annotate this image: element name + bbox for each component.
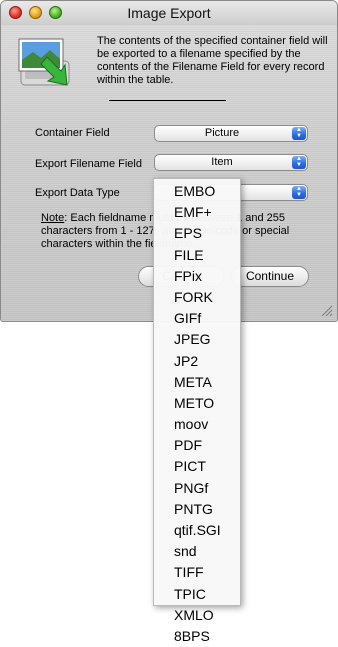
menu-item-eps[interactable]: EPS: [154, 223, 240, 244]
popup-arrows-icon: ▲ ▼: [292, 127, 306, 140]
window-title: Image Export: [127, 5, 211, 21]
menu-item-fork[interactable]: FORK: [154, 287, 240, 308]
menu-item-snd[interactable]: snd: [154, 541, 240, 562]
export-filename-field-popup[interactable]: Item ▲ ▼: [154, 154, 308, 171]
container-field-label: Container Field: [35, 127, 110, 139]
menu-item-file[interactable]: FILE: [154, 245, 240, 266]
menu-item-moov[interactable]: moov: [154, 414, 240, 435]
menu-item-meto[interactable]: METO: [154, 393, 240, 414]
menu-item-fpix[interactable]: FPix: [154, 266, 240, 287]
continue-button[interactable]: Continue: [231, 266, 309, 287]
export-data-type-menu: EMBO EMF+ EPS FILE FPix FORK GIFf JPEG JP2 META ME…: [153, 178, 241, 644]
menu-item-tpic[interactable]: TPIC: [154, 584, 240, 605]
note-prefix: Note: [41, 212, 65, 224]
description-underline: [109, 100, 226, 101]
menu-item-jpeg[interactable]: JPEG: [154, 329, 240, 350]
container-field-popup[interactable]: Picture ▲ ▼: [154, 125, 308, 142]
menu-item-meta[interactable]: META: [154, 372, 240, 393]
menu-item-jp2[interactable]: JP2: [154, 351, 240, 372]
menu-item-qtif-sgi[interactable]: qtif.SGI: [154, 520, 240, 541]
menu-item-giff[interactable]: GIFf: [154, 308, 240, 329]
container-field-value: Picture: [204, 127, 240, 139]
menu-item-xmlo[interactable]: XMLO: [154, 605, 240, 626]
menu-item-embo[interactable]: EMBO: [154, 181, 240, 202]
export-filename-field-value: Item: [211, 156, 233, 168]
menu-item-pntg[interactable]: PNTG: [154, 499, 240, 520]
export-description: The contents of the specified container …: [97, 35, 328, 86]
export-data-type-label: Export Data Type: [35, 187, 120, 199]
popup-arrows-icon: ▲ ▼: [292, 186, 306, 199]
menu-item-pngf[interactable]: PNGf: [154, 478, 240, 499]
menu-item-emf-[interactable]: EMF+: [154, 202, 240, 223]
resize-grip-icon[interactable]: [321, 305, 333, 317]
menu-item-tiff[interactable]: TIFF: [154, 562, 240, 583]
popup-arrows-icon: ▲ ▼: [292, 156, 306, 169]
image-export-icon: [18, 38, 70, 86]
export-filename-field-label: Export Filename Field: [35, 158, 142, 170]
menu-item-pict[interactable]: PICT: [154, 456, 240, 477]
title-bar[interactable]: Image Export: [1, 1, 337, 25]
menu-item-8bps[interactable]: 8BPS: [154, 626, 240, 647]
menu-item-pdf[interactable]: PDF: [154, 435, 240, 456]
